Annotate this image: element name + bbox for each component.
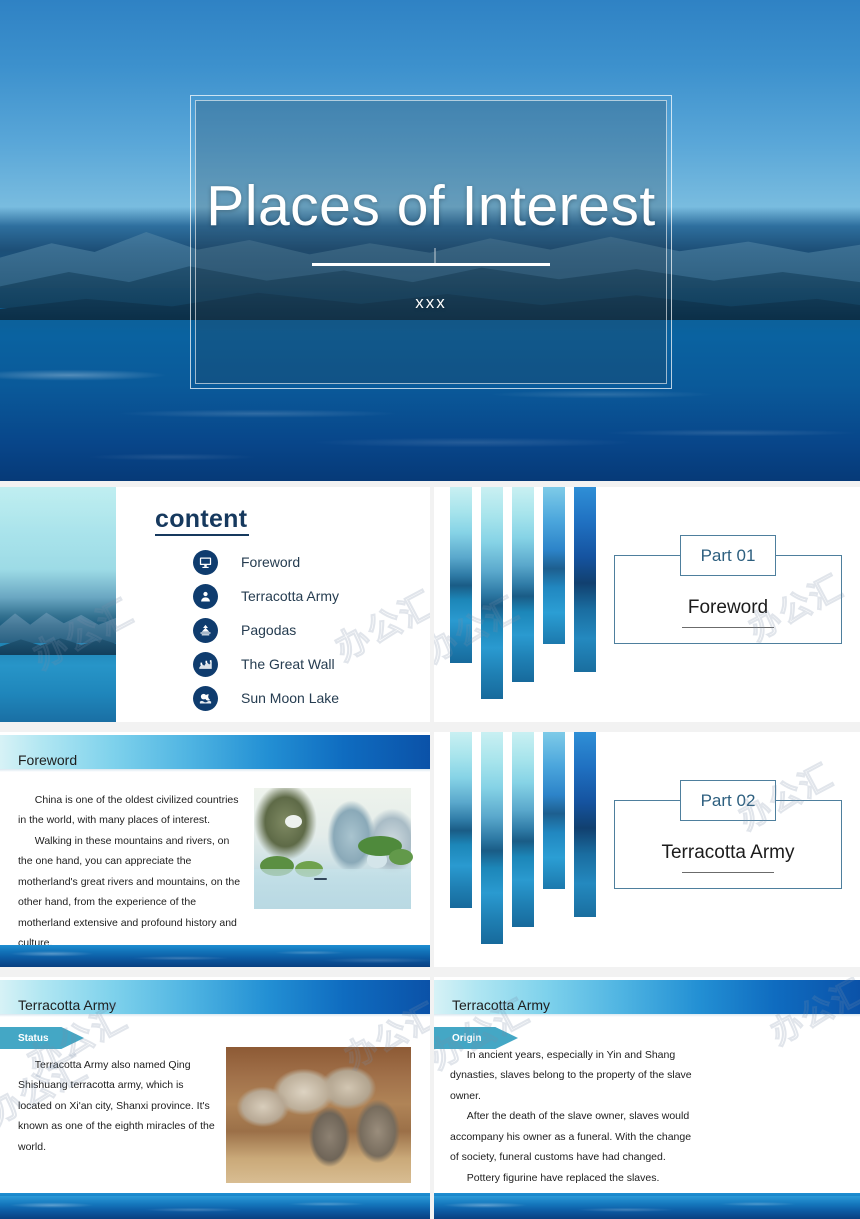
slide-header-title: Terracotta Army	[452, 997, 551, 1013]
pagoda-icon	[193, 617, 218, 643]
foreword-paragraph-1: China is one of the oldest civilized cou…	[18, 794, 239, 827]
bar-3	[512, 487, 534, 682]
watermark: 办公汇	[328, 583, 430, 670]
bar-4	[543, 487, 565, 644]
slide-terracotta-status[interactable]: Terracotta Army Status Terracotta Army a…	[0, 977, 430, 1219]
footer-water-strip	[0, 945, 430, 967]
slide-title[interactable]: Places of Interest xxx	[0, 0, 860, 481]
slide-content[interactable]: content Foreword Terracotta Army Pagodas…	[0, 487, 430, 722]
slide-terracotta-origin[interactable]: Terracotta Army Origin In ancient years,…	[434, 977, 860, 1219]
bottom-strip-left	[0, 1196, 430, 1219]
header-shadow	[434, 1014, 860, 1017]
foreword-body: China is one of the oldest civilized cou…	[18, 790, 246, 954]
bottom-strip-right	[434, 1196, 860, 1219]
part-box: Part 01 Foreword	[614, 535, 842, 644]
terracotta-origin-paragraph-1: In ancient years, especially in Yin and …	[450, 1049, 692, 1102]
list-item-label: Sun Moon Lake	[241, 690, 340, 706]
great-wall-icon	[193, 651, 218, 677]
presentation-author: xxx	[415, 293, 447, 312]
vertical-bars-graphic	[450, 487, 602, 722]
bottom-slide-preview-strip	[0, 1196, 860, 1219]
title-divider	[312, 263, 550, 266]
bar-1	[450, 732, 472, 908]
part-title-divider	[682, 627, 774, 628]
guilin-landscape-photo	[254, 788, 414, 909]
monitor-icon	[193, 549, 218, 575]
part-title-divider	[682, 872, 774, 873]
river-water	[254, 869, 411, 909]
bar-5	[574, 732, 596, 917]
bar-2	[481, 732, 503, 944]
content-agenda-list: Foreword Terracotta Army Pagodas The Gre…	[193, 545, 339, 715]
list-item[interactable]: Pagodas	[193, 613, 339, 647]
vertical-bars-graphic	[450, 732, 602, 967]
bar-5	[574, 487, 596, 672]
slide-foreword[interactable]: Foreword China is one of the oldest civi…	[0, 732, 430, 967]
terracotta-status-body: Terracotta Army also named Qing Shishuan…	[18, 1055, 218, 1157]
terracotta-status-paragraph-1: Terracotta Army also named Qing Shishuan…	[18, 1059, 215, 1153]
foreword-paragraph-2: Walking in these mountains and rivers, o…	[18, 834, 241, 950]
part-title: Foreword	[687, 597, 769, 618]
header-shadow	[0, 1014, 430, 1017]
boat	[313, 877, 327, 880]
person-icon	[193, 583, 218, 609]
slide-part-02[interactable]: Part 02 Terracotta Army 办公汇	[434, 732, 860, 967]
side-photo-mountain-far	[0, 612, 116, 643]
title-frame-inner: Places of Interest xxx	[195, 100, 667, 384]
terracotta-origin-body: In ancient years, especially in Yin and …	[450, 1045, 702, 1188]
list-item-label: Foreword	[241, 554, 301, 570]
content-side-photo	[0, 487, 116, 722]
slide-part-01[interactable]: Part 01 Foreword 办公汇 办公汇	[434, 487, 860, 722]
slide-header-title: Foreword	[18, 752, 78, 768]
title-frame: Places of Interest xxx	[190, 95, 672, 389]
terracotta-origin-paragraph-3: Pottery figurine have replaced the slave…	[466, 1171, 660, 1184]
terracotta-warriors-photo	[226, 1047, 411, 1183]
part-title: Terracotta Army	[661, 842, 795, 863]
list-item-label: Pagodas	[241, 622, 297, 638]
terracotta-origin-paragraph-2: After the death of the slave owner, slav…	[450, 1110, 692, 1164]
slide-header-title: Terracotta Army	[18, 997, 117, 1013]
header-shadow	[0, 769, 430, 772]
part-box: Part 02 Terracotta Army	[614, 780, 842, 889]
foliage	[389, 848, 414, 865]
section-tag-status: Status	[0, 1027, 84, 1049]
karst-cave-hole	[285, 814, 303, 828]
content-heading: content	[155, 505, 248, 533]
content-heading-underline	[155, 534, 249, 536]
bar-3	[512, 732, 534, 927]
presentation-title: Places of Interest	[206, 174, 656, 238]
list-item[interactable]: Foreword	[193, 545, 339, 579]
bar-2	[481, 487, 503, 699]
list-item-label: The Great Wall	[241, 656, 335, 672]
bar-4	[543, 732, 565, 889]
list-item[interactable]: The Great Wall	[193, 647, 339, 681]
bar-1	[450, 487, 472, 663]
terracotta-pit-photo	[699, 1047, 859, 1187]
list-item-label: Terracotta Army	[241, 588, 340, 604]
sun-moon-lake-icon	[193, 685, 218, 711]
list-item[interactable]: Terracotta Army	[193, 579, 339, 613]
part-number-tag: Part 01	[680, 535, 776, 576]
part-number-tag: Part 02	[680, 780, 776, 821]
slide-deck-page: Places of Interest xxx content Foreword …	[0, 0, 860, 1219]
list-item[interactable]: Sun Moon Lake	[193, 681, 339, 715]
